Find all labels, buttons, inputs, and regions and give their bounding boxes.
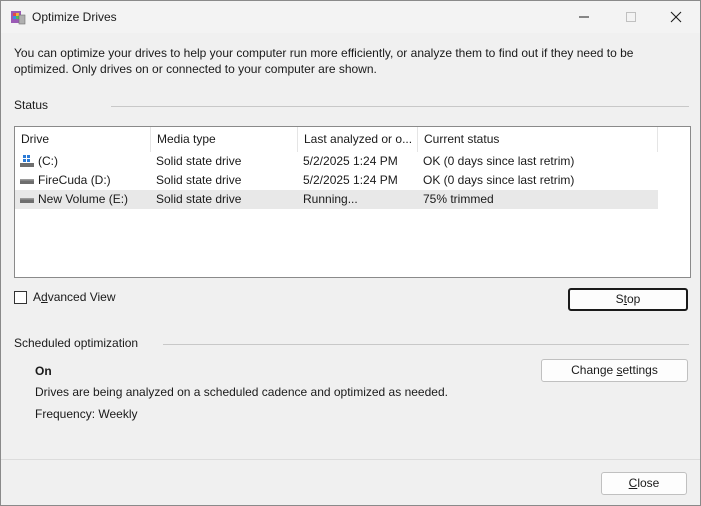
scheduled-optimization-label: Scheduled optimization: [14, 336, 139, 350]
status-label: Status: [14, 98, 49, 112]
status-divider: [111, 106, 689, 107]
minimize-icon: [579, 16, 589, 18]
media-type: Solid state drive: [156, 192, 242, 206]
column-header-current-status[interactable]: Current status: [418, 127, 658, 152]
drive-row-d[interactable]: FireCuda (D:) Solid state drive 5/2/2025…: [15, 171, 658, 190]
window-title: Optimize Drives: [32, 10, 117, 24]
minimize-button[interactable]: [561, 1, 607, 33]
drive-icon: [20, 179, 34, 184]
title-bar[interactable]: Optimize Drives: [1, 1, 700, 33]
drive-name: FireCuda (D:): [38, 173, 111, 187]
drive-icon: [20, 198, 34, 203]
media-type: Solid state drive: [156, 173, 242, 187]
drive-row-e[interactable]: New Volume (E:) Solid state drive Runnin…: [15, 190, 658, 209]
column-header-last-analyzed[interactable]: Last analyzed or o...: [298, 127, 418, 152]
intro-text: You can optimize your drives to help you…: [14, 46, 634, 76]
stop-button[interactable]: Stop: [568, 288, 688, 311]
last-analyzed: 5/2/2025 1:24 PM: [303, 173, 398, 187]
current-status: OK (0 days since last retrim): [423, 173, 575, 187]
schedule-frequency: Frequency: Weekly: [35, 407, 138, 421]
drives-list-header: Drive Media type Last analyzed or o... C…: [15, 127, 690, 152]
column-header-drive[interactable]: Drive: [15, 127, 151, 152]
advanced-view-label: Advanced View: [33, 290, 116, 304]
dialog-footer: Close: [1, 459, 700, 505]
media-type: Solid state drive: [156, 154, 242, 168]
close-icon: [670, 11, 682, 23]
change-settings-button[interactable]: Change settings: [541, 359, 688, 382]
last-analyzed: Running...: [303, 192, 358, 206]
scheduled-divider: [163, 344, 689, 345]
current-status: 75% trimmed: [423, 192, 494, 206]
schedule-state: On: [35, 364, 52, 378]
last-analyzed: 5/2/2025 1:24 PM: [303, 154, 398, 168]
column-header-media-type[interactable]: Media type: [151, 127, 298, 152]
drive-name: New Volume (E:): [38, 192, 129, 206]
drive-row-c[interactable]: (C:) Solid state drive 5/2/2025 1:24 PM …: [15, 152, 658, 171]
optimize-drives-app-icon: [11, 11, 26, 25]
maximize-button[interactable]: [608, 1, 654, 33]
close-button[interactable]: Close: [601, 472, 687, 495]
current-status: OK (0 days since last retrim): [423, 154, 575, 168]
drives-list[interactable]: Drive Media type Last analyzed or o... C…: [14, 126, 691, 278]
drive-name: (C:): [38, 154, 58, 168]
windows-drive-icon: [20, 155, 34, 167]
schedule-description: Drives are being analyzed on a scheduled…: [35, 385, 448, 399]
advanced-view-checkbox-box[interactable]: [14, 291, 27, 304]
optimize-drives-window: Optimize Drives You can optimize your dr…: [0, 0, 701, 506]
maximize-icon: [626, 12, 636, 22]
close-window-button[interactable]: [653, 1, 699, 33]
